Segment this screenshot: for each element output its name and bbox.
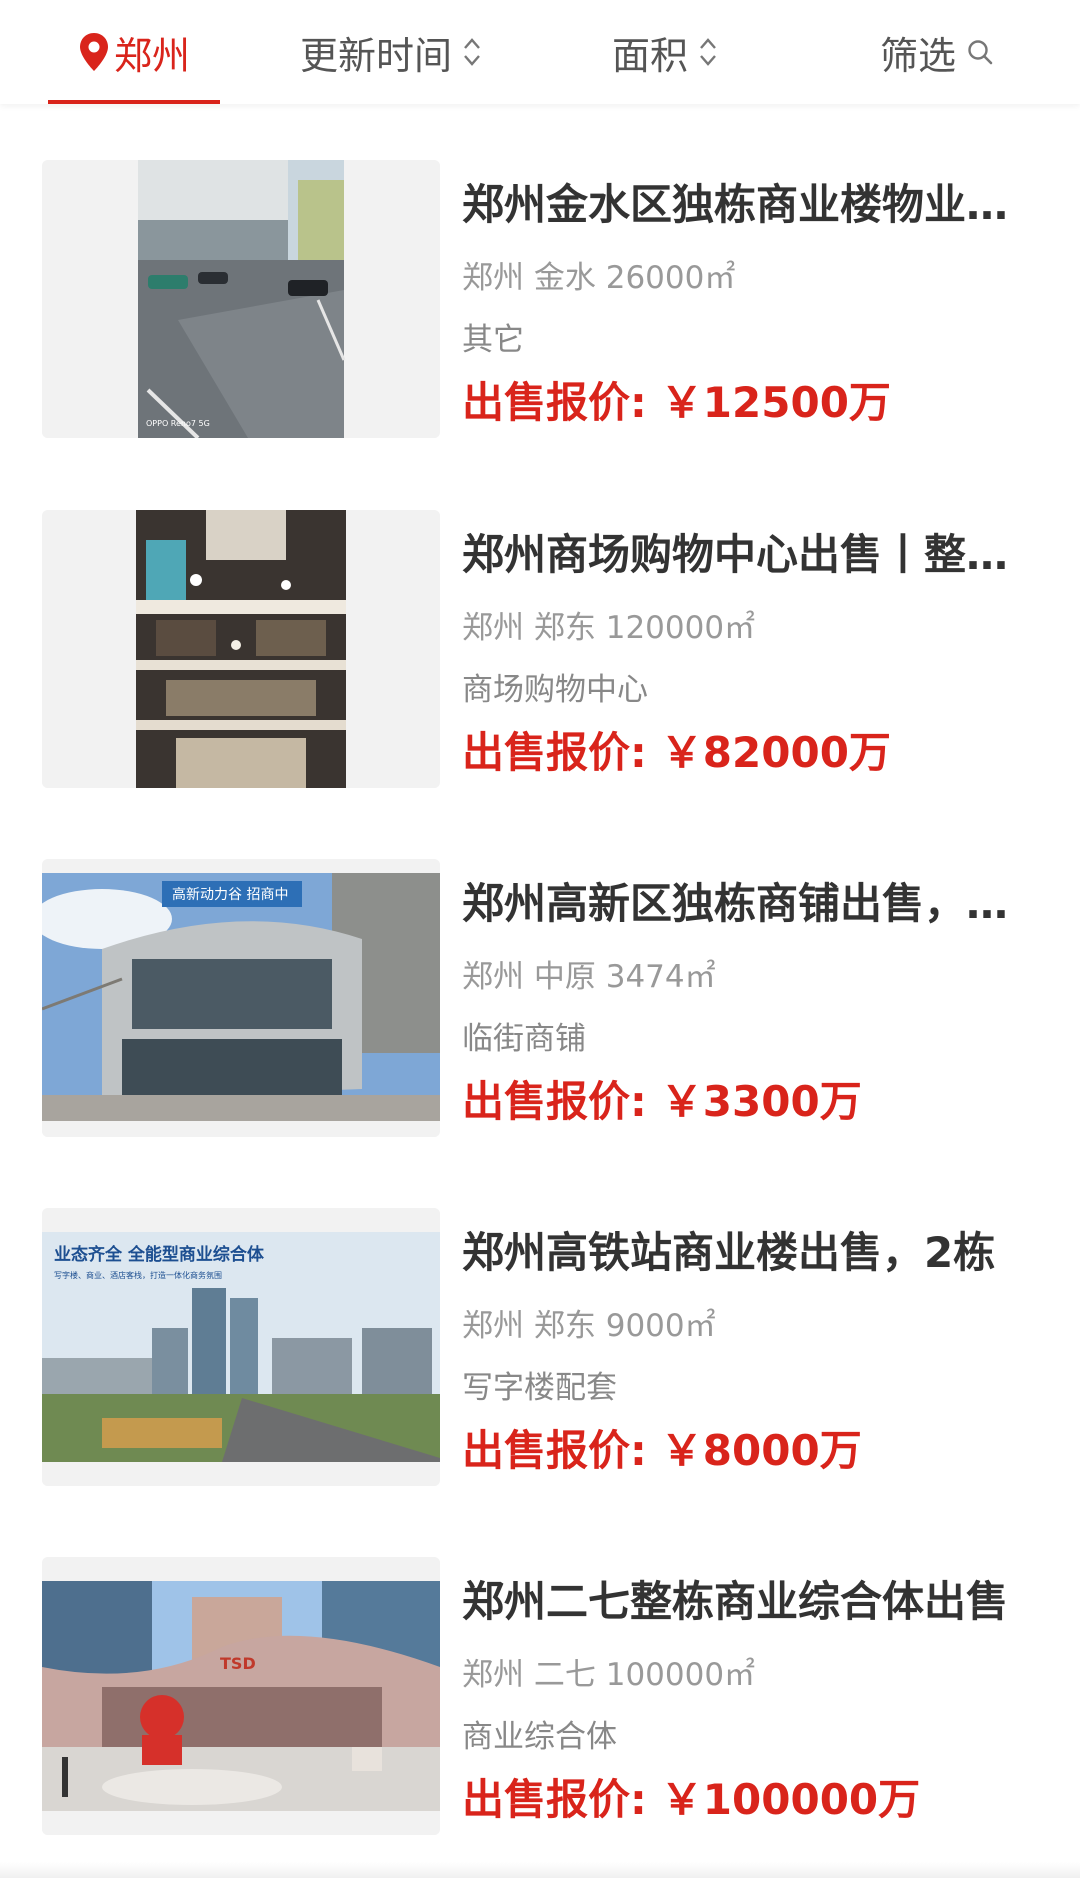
- location-pin-icon: [79, 33, 108, 71]
- building-sign: 高新动力谷 招商中: [172, 886, 288, 903]
- filter-button[interactable]: 筛选: [880, 0, 994, 104]
- price-value: ￥82000万: [660, 728, 891, 777]
- listing-city: 郑州: [462, 1657, 524, 1693]
- listing-city: 郑州: [462, 260, 524, 296]
- camera-watermark: OPPO Reno7 5G: [146, 419, 210, 428]
- mall-sign: TSD: [220, 1654, 256, 1673]
- price-label: 出售报价:: [462, 1426, 647, 1475]
- sort-by-area[interactable]: 面积: [612, 0, 718, 104]
- listing-price: 出售报价: ￥3300万: [462, 1075, 862, 1129]
- price-label: 出售报价:: [462, 1077, 647, 1126]
- listing-title: 郑州高新区独栋商铺出售，临街: [462, 879, 1032, 928]
- listing-category: 商业综合体: [462, 1719, 617, 1755]
- price-label: 出售报价:: [462, 728, 647, 777]
- listing-area: 3474㎡: [605, 959, 716, 995]
- price-value: ￥12500万: [660, 378, 891, 427]
- listing-city: 郑州: [462, 1308, 524, 1344]
- price-value: ￥3300万: [660, 1077, 862, 1126]
- listing-price: 出售报价: ￥8000万: [462, 1424, 862, 1478]
- listing-price: 出售报价: ￥12500万: [462, 376, 891, 430]
- listing-city: 郑州: [462, 959, 524, 995]
- listing-price: 出售报价: ￥100000万: [462, 1773, 920, 1827]
- listing-photo: OPPO Reno7 5G: [42, 160, 440, 438]
- banner-title: 业态齐全 全能型商业综合体: [54, 1244, 265, 1265]
- listing-card[interactable]: 高新动力谷 招商中 郑州高新区独栋商铺出售，临街 郑州 中原 3474㎡ 临街商…: [0, 859, 1080, 1149]
- listing-category: 临街商铺: [462, 1021, 586, 1057]
- city-selector[interactable]: 郑州: [48, 0, 220, 104]
- filter-label: 筛选: [880, 33, 957, 78]
- listing-meta: 郑州 金水 26000㎡: [462, 258, 735, 298]
- price-label: 出售报价:: [462, 1775, 647, 1824]
- active-tab-underline: [48, 100, 220, 104]
- search-icon: [968, 40, 993, 65]
- price-value: ￥8000万: [660, 1426, 862, 1475]
- listing-area: 120000㎡: [605, 610, 756, 646]
- filter-bar: 郑州 更新时间 面积 筛选: [0, 0, 1080, 104]
- listing-photo: 高新动力谷 招商中: [42, 859, 440, 1137]
- listing-district: 中原: [533, 959, 596, 995]
- listing-area: 100000㎡: [605, 1657, 756, 1693]
- listing-card[interactable]: 业态齐全 全能型商业综合体 写字楼、商业、酒店客栈，打造一体化商务氛围 郑州高铁…: [0, 1208, 1080, 1498]
- listing-photo: 业态齐全 全能型商业综合体 写字楼、商业、酒店客栈，打造一体化商务氛围: [42, 1208, 440, 1486]
- listing-district: 金水: [533, 260, 596, 296]
- banner-subtitle: 写字楼、商业、酒店客栈，打造一体化商务氛围: [54, 1270, 222, 1280]
- listing-district: 郑东: [533, 1308, 596, 1344]
- listing-meta: 郑州 郑东 9000㎡: [462, 1306, 716, 1346]
- bottom-edge: [0, 1862, 1080, 1878]
- sort-by-update-time[interactable]: 更新时间: [300, 0, 482, 104]
- listing-title: 郑州高铁站商业楼出售，2栋: [462, 1228, 996, 1277]
- listing-title: 郑州商场购物中心出售丨整体出售: [462, 530, 1032, 579]
- listing-category: 其它: [462, 322, 524, 358]
- listing-category: 写字楼配套: [462, 1370, 617, 1406]
- listing-photo: [42, 510, 440, 788]
- listing-photo: TSD: [42, 1557, 440, 1835]
- price-label: 出售报价:: [462, 378, 647, 427]
- listing-district: 郑东: [533, 610, 596, 646]
- sort-area-label: 面积: [612, 33, 689, 78]
- listing-card[interactable]: 郑州商场购物中心出售丨整体出售 郑州 郑东 120000㎡ 商场购物中心 出售报…: [0, 510, 1080, 800]
- sort-update-label: 更新时间: [300, 33, 453, 78]
- listing-card[interactable]: TSD 郑州二七整栋商业综合体出售 郑州 二七 100000㎡ 商业综合体 出售…: [0, 1557, 1080, 1847]
- listing-area: 26000㎡: [605, 260, 736, 296]
- listing-title: 郑州二七整栋商业综合体出售: [462, 1577, 1009, 1626]
- sort-updown-icon: [700, 38, 716, 66]
- listing-price: 出售报价: ￥82000万: [462, 726, 891, 780]
- listing-title: 郑州金水区独栋商业楼物业整体出售: [462, 180, 1032, 229]
- listing-meta: 郑州 二七 100000㎡: [462, 1655, 755, 1695]
- price-value: ￥100000万: [660, 1775, 921, 1824]
- listing-city: 郑州: [462, 610, 524, 646]
- listing-meta: 郑州 中原 3474㎡: [462, 957, 716, 997]
- listing-card[interactable]: OPPO Reno7 5G 郑州金水区独栋商业楼物业整体出售 郑州 金水 260…: [0, 160, 1080, 450]
- listing-meta: 郑州 郑东 120000㎡: [462, 608, 755, 648]
- listing-category: 商场购物中心: [462, 672, 648, 708]
- listing-area: 9000㎡: [605, 1308, 716, 1344]
- city-label: 郑州: [113, 33, 190, 78]
- sort-updown-icon: [464, 38, 480, 66]
- listing-district: 二七: [533, 1657, 596, 1693]
